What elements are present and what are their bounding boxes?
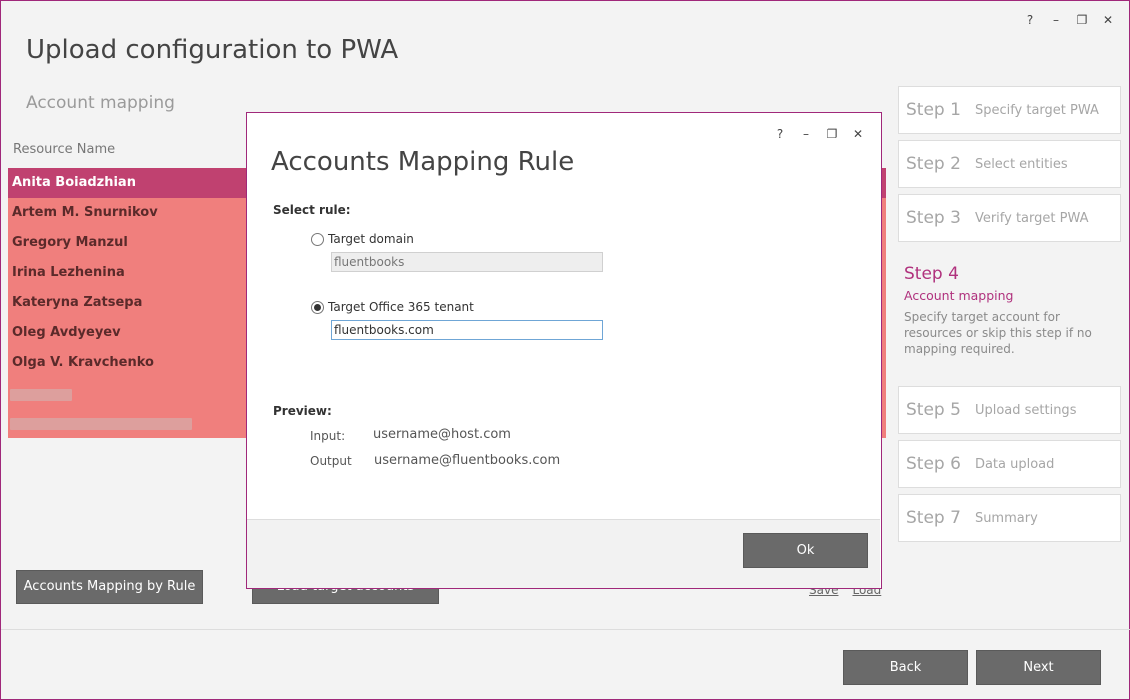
back-button-label: Back bbox=[889, 660, 922, 675]
accounts-mapping-by-rule-button[interactable]: Accounts Mapping by Rule bbox=[16, 570, 203, 604]
step-label: Upload settings bbox=[974, 402, 1077, 418]
blurred-row-content bbox=[10, 389, 72, 401]
footer-divider bbox=[1, 629, 1130, 630]
target-domain-option[interactable]: Target domain bbox=[311, 232, 414, 246]
step-6[interactable]: Step 6 Data upload bbox=[898, 440, 1121, 488]
minimize-icon[interactable]: – bbox=[799, 127, 813, 141]
step-description: Specify target account for resources or … bbox=[904, 310, 1092, 356]
step-2[interactable]: Step 2 Select entities bbox=[898, 140, 1121, 188]
main-window: ? – ❐ ✕ Upload configuration to PWA Acco… bbox=[0, 0, 1130, 700]
step-label: Data upload bbox=[974, 456, 1055, 472]
step-number: Step 5 bbox=[906, 400, 961, 420]
step-number: Step 2 bbox=[906, 154, 961, 174]
next-button[interactable]: Next bbox=[976, 650, 1101, 685]
minimize-icon[interactable]: – bbox=[1049, 13, 1063, 27]
step-label: Account mapping bbox=[904, 288, 1014, 303]
restore-icon[interactable]: ❐ bbox=[1075, 13, 1089, 27]
target-tenant-option[interactable]: Target Office 365 tenant bbox=[311, 300, 474, 314]
preview-label: Preview: bbox=[273, 404, 332, 418]
preview-output-value: username@fluentbooks.com bbox=[374, 453, 561, 468]
page-subtitle: Account mapping bbox=[26, 93, 175, 113]
target-domain-input bbox=[331, 252, 603, 272]
step-number: Step 6 bbox=[906, 454, 961, 474]
accounts-mapping-by-rule-label: Accounts Mapping by Rule bbox=[23, 579, 196, 594]
step-4-active: Step 4 Account mapping Specify target ac… bbox=[904, 264, 1119, 357]
ok-button-label: Ok bbox=[796, 543, 815, 558]
step-label: Verify target PWA bbox=[974, 210, 1089, 226]
target-tenant-radio[interactable] bbox=[311, 300, 324, 314]
blurred-row-content bbox=[10, 418, 192, 430]
resource-name-column-header: Resource Name bbox=[13, 142, 116, 157]
dialog-title: Accounts Mapping Rule bbox=[271, 147, 575, 177]
preview-input-value: username@host.com bbox=[373, 427, 511, 442]
step-3[interactable]: Step 3 Verify target PWA bbox=[898, 194, 1121, 242]
help-icon[interactable]: ? bbox=[1023, 13, 1037, 27]
step-5[interactable]: Step 5 Upload settings bbox=[898, 386, 1121, 434]
ok-button[interactable]: Ok bbox=[743, 533, 868, 568]
step-number: Step 3 bbox=[906, 208, 961, 228]
page-title: Upload configuration to PWA bbox=[26, 35, 399, 65]
step-number: Step 7 bbox=[906, 508, 961, 528]
accounts-mapping-rule-dialog: ? – ❐ ✕ Accounts Mapping Rule Select rul… bbox=[246, 112, 882, 589]
close-icon[interactable]: ✕ bbox=[851, 127, 865, 141]
next-button-label: Next bbox=[1023, 660, 1054, 675]
target-tenant-input[interactable] bbox=[331, 320, 603, 340]
step-label: Specify target PWA bbox=[974, 102, 1099, 118]
select-rule-label: Select rule: bbox=[273, 203, 351, 217]
target-tenant-label: Target Office 365 tenant bbox=[328, 300, 474, 314]
step-label: Summary bbox=[974, 510, 1038, 526]
close-icon[interactable]: ✕ bbox=[1101, 13, 1115, 27]
window-controls: ? – ❐ ✕ bbox=[1023, 13, 1115, 27]
back-button[interactable]: Back bbox=[843, 650, 968, 685]
preview-input-label: Input: bbox=[310, 429, 346, 443]
preview-output-label: Output bbox=[310, 454, 352, 468]
help-icon[interactable]: ? bbox=[773, 127, 787, 141]
step-1[interactable]: Step 1 Specify target PWA bbox=[898, 86, 1121, 134]
step-label: Select entities bbox=[974, 156, 1068, 172]
target-domain-radio[interactable] bbox=[311, 232, 324, 246]
restore-icon[interactable]: ❐ bbox=[825, 127, 839, 141]
step-number: Step 4 bbox=[904, 264, 959, 284]
target-domain-label: Target domain bbox=[328, 232, 414, 246]
step-number: Step 1 bbox=[906, 100, 961, 120]
step-7[interactable]: Step 7 Summary bbox=[898, 494, 1121, 542]
dialog-window-controls: ? – ❐ ✕ bbox=[773, 127, 865, 141]
dialog-footer: Ok bbox=[247, 519, 880, 588]
